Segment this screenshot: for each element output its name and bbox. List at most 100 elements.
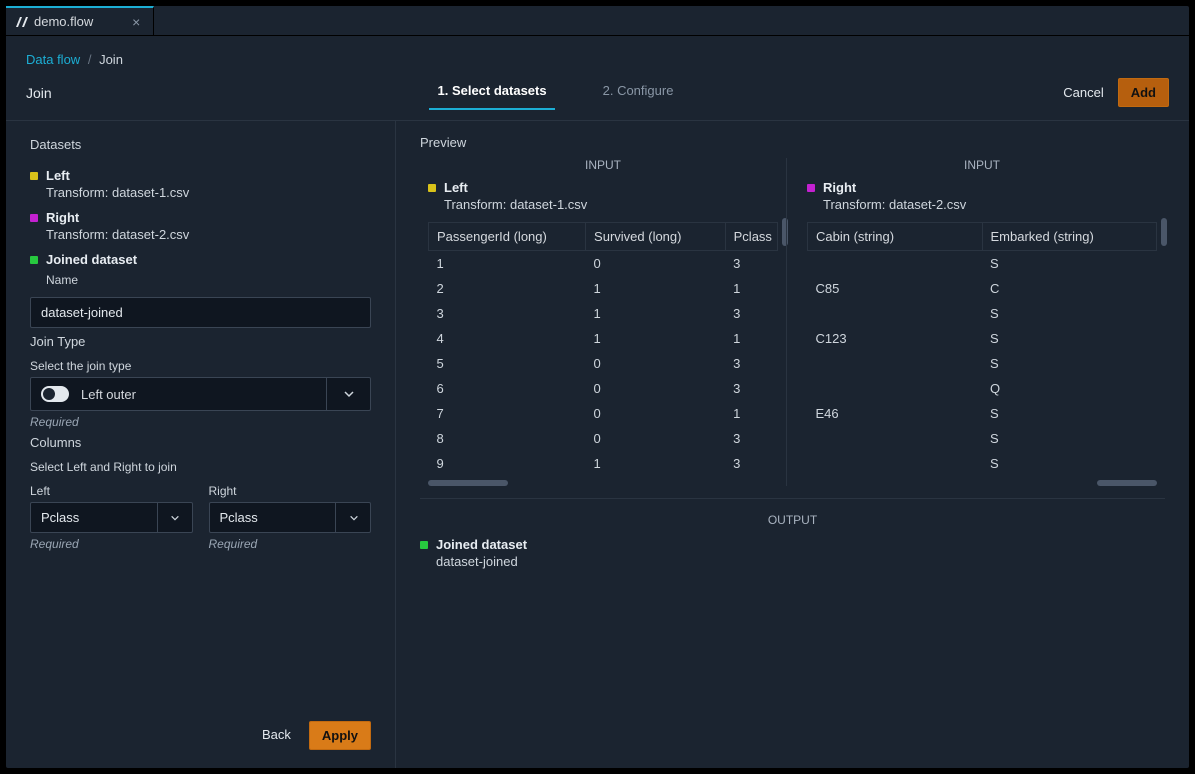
joined-name-input[interactable] [30, 297, 371, 328]
join-type-label: Join Type [30, 334, 371, 349]
input-right-title: Right [823, 180, 856, 195]
swatch-left-icon [428, 184, 436, 192]
table-row: 211 [429, 276, 778, 301]
chevron-down-icon[interactable] [326, 378, 370, 410]
config-sidebar: Datasets Left Transform: dataset-1.csv R… [6, 121, 396, 768]
dataset-left-transform: Transform: dataset-1.csv [46, 185, 371, 200]
table-cell: S [982, 251, 1157, 277]
table-row: 313 [429, 301, 778, 326]
column-header[interactable]: Embarked (string) [982, 223, 1157, 251]
swatch-joined-icon [420, 541, 428, 549]
join-type-value: Left outer [81, 387, 136, 402]
columns-hint: Select Left and Right to join [30, 460, 371, 474]
preview-panel: Preview INPUT Left Transform: dataset-1.… [396, 121, 1189, 768]
swatch-joined-icon [30, 256, 38, 264]
datasets-heading: Datasets [30, 137, 371, 152]
table-row: E46S [808, 401, 1157, 426]
table-row: C123S [808, 326, 1157, 351]
input-left-title: Left [444, 180, 468, 195]
dataset-right-title: Right [46, 210, 79, 225]
app-icon [14, 15, 28, 29]
table-cell: 1 [586, 276, 726, 301]
input-left-transform: Transform: dataset-1.csv [444, 197, 778, 212]
table-cell: S [982, 426, 1157, 451]
dataset-joined: Joined dataset Name [30, 252, 371, 291]
table-row: 701 [429, 401, 778, 426]
wizard-steps: 1. Select datasets 2. Configure [52, 75, 1060, 110]
swatch-right-icon [807, 184, 815, 192]
breadcrumb: Data flow / Join [6, 36, 1189, 71]
table-cell: Q [982, 376, 1157, 401]
table-cell: C [982, 276, 1157, 301]
right-column-required: Required [209, 537, 372, 551]
table-cell: 0 [586, 426, 726, 451]
left-column-required: Required [30, 537, 193, 551]
table-cell: 3 [725, 351, 777, 376]
table-cell: 3 [725, 376, 777, 401]
file-tab-demo-flow[interactable]: demo.flow × [6, 6, 154, 35]
column-header[interactable]: Survived (long) [586, 223, 726, 251]
table-cell: 0 [586, 251, 726, 277]
table-cell: 1 [725, 326, 777, 351]
column-header[interactable]: Pclass [725, 223, 777, 251]
table-cell: S [982, 301, 1157, 326]
vscroll-right[interactable] [1161, 218, 1167, 246]
table-row: S [808, 251, 1157, 277]
table-cell: 0 [586, 351, 726, 376]
close-icon[interactable]: × [129, 15, 143, 29]
column-header[interactable]: PassengerId (long) [429, 223, 586, 251]
table-cell [808, 426, 983, 451]
join-type-select[interactable]: Left outer [30, 377, 371, 411]
hscroll-right[interactable] [1097, 480, 1157, 486]
breadcrumb-sep: / [88, 52, 92, 67]
name-label: Name [46, 273, 371, 287]
hscroll-left[interactable] [428, 480, 508, 486]
file-tab-label: demo.flow [34, 14, 93, 29]
join-type-toggle[interactable] [41, 386, 69, 402]
step-select-datasets[interactable]: 1. Select datasets [429, 75, 554, 110]
apply-button[interactable]: Apply [309, 721, 371, 750]
output-dataset: Joined dataset [420, 537, 1165, 552]
table-cell: S [982, 351, 1157, 376]
table-cell [808, 351, 983, 376]
table-row: 603 [429, 376, 778, 401]
preview-heading: Preview [420, 135, 1165, 150]
right-column-label: Right [209, 484, 372, 498]
table-cell: 4 [429, 326, 586, 351]
table-cell: 3 [725, 451, 777, 476]
breadcrumb-root[interactable]: Data flow [26, 52, 80, 67]
file-tab-bar: demo.flow × [6, 6, 1189, 36]
table-cell: C123 [808, 326, 983, 351]
table-cell: 1 [725, 276, 777, 301]
swatch-left-icon [30, 172, 38, 180]
table-row: S [808, 301, 1157, 326]
table-cell: 7 [429, 401, 586, 426]
table-cell: S [982, 401, 1157, 426]
page-header: Join 1. Select datasets 2. Configure Can… [6, 71, 1189, 121]
table-cell: 0 [586, 376, 726, 401]
breadcrumb-current: Join [99, 52, 123, 67]
back-button[interactable]: Back [258, 721, 295, 750]
input-left-pane: INPUT Left Transform: dataset-1.csv Pass… [420, 158, 786, 486]
dataset-left-title: Left [46, 168, 70, 183]
table-cell: 3 [725, 301, 777, 326]
table-cell: E46 [808, 401, 983, 426]
table-cell [808, 451, 983, 476]
cancel-button[interactable]: Cancel [1059, 79, 1107, 106]
column-header[interactable]: Cabin (string) [808, 223, 983, 251]
table-row: 803 [429, 426, 778, 451]
table-cell: C85 [808, 276, 983, 301]
add-button[interactable]: Add [1118, 78, 1169, 107]
chevron-down-icon[interactable] [335, 502, 371, 533]
input-right-transform: Transform: dataset-2.csv [823, 197, 1157, 212]
step-configure[interactable]: 2. Configure [595, 75, 682, 110]
table-cell: 2 [429, 276, 586, 301]
dataset-right-transform: Transform: dataset-2.csv [46, 227, 371, 242]
table-row: 103 [429, 251, 778, 277]
chevron-down-icon[interactable] [157, 502, 193, 533]
table-cell: 0 [586, 401, 726, 426]
dataset-joined-title: Joined dataset [46, 252, 137, 267]
table-row: S [808, 351, 1157, 376]
table-cell [808, 301, 983, 326]
table-cell: 1 [586, 451, 726, 476]
